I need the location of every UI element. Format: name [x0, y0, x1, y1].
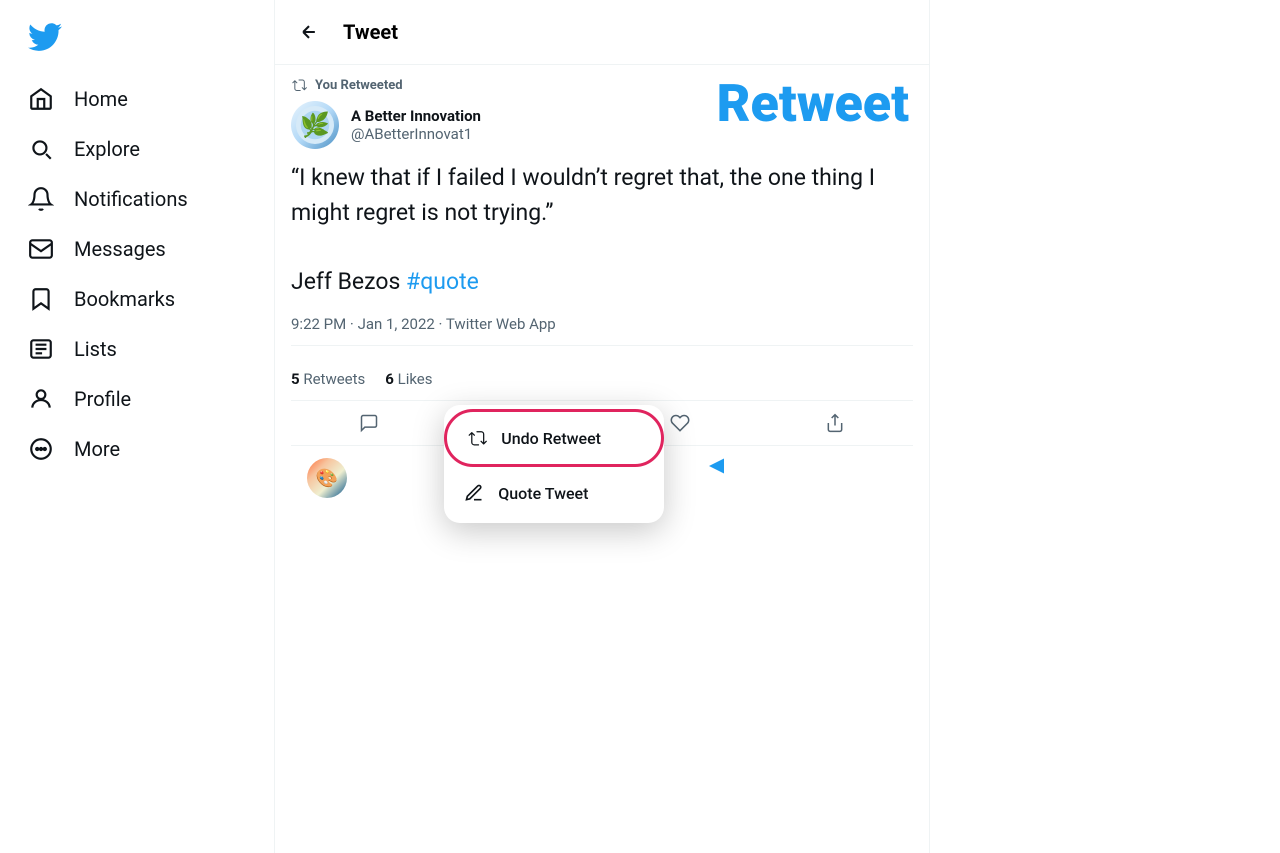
- back-button[interactable]: [291, 14, 327, 50]
- sidebar-item-home-label: Home: [74, 87, 128, 111]
- sidebar-item-lists[interactable]: Lists: [12, 324, 262, 374]
- more-icon: [28, 436, 54, 462]
- share-button[interactable]: [813, 405, 857, 441]
- reply-user-avatar: 🎨: [307, 458, 347, 498]
- sidebar-item-messages-label: Messages: [74, 237, 166, 261]
- sidebar-item-profile-label: Profile: [74, 387, 131, 411]
- retweets-count: 5: [291, 370, 300, 388]
- tweet-stats: 5 Retweets 6 Likes: [291, 358, 913, 401]
- action-bar: Undo Retweet Quote Tweet: [291, 401, 913, 446]
- quote-tweet-label: Quote Tweet: [498, 484, 588, 503]
- likes-label: Likes: [398, 370, 433, 388]
- sidebar-item-bookmarks[interactable]: Bookmarks: [12, 274, 262, 324]
- sidebar-item-lists-label: Lists: [74, 337, 117, 361]
- sidebar-item-explore-label: Explore: [74, 137, 140, 161]
- lists-icon: [28, 336, 54, 362]
- tweet-text: “I knew that if I failed I wouldn’t regr…: [291, 161, 913, 299]
- retweet-action-wrapper: Undo Retweet Quote Tweet: [502, 405, 546, 441]
- undo-retweet-item[interactable]: Undo Retweet: [444, 409, 664, 467]
- sidebar-item-messages[interactable]: Messages: [12, 224, 262, 274]
- page-title: Tweet: [343, 20, 398, 44]
- retweets-stat: 5 Retweets: [291, 370, 365, 388]
- author-info: A Better Innovation @ABetterInnovat1: [351, 107, 481, 143]
- sidebar-item-notifications-label: Notifications: [74, 187, 188, 211]
- bell-icon: [28, 186, 54, 212]
- author-handle: @ABetterInnovat1: [351, 125, 481, 143]
- author-name: A Better Innovation: [351, 107, 481, 125]
- likes-count: 6: [385, 370, 394, 388]
- twitter-logo[interactable]: [12, 8, 262, 70]
- person-icon: [28, 386, 54, 412]
- sidebar: Home Explore Notifications Messages: [0, 0, 275, 853]
- bookmark-icon: [28, 286, 54, 312]
- mail-icon: [28, 236, 54, 262]
- right-panel: [930, 0, 1280, 853]
- retweet-label: You Retweeted: [291, 77, 913, 93]
- retweets-label: Retweets: [303, 370, 365, 388]
- you-retweeted-text: You Retweeted: [315, 78, 403, 93]
- sidebar-item-more[interactable]: More: [12, 424, 262, 474]
- sidebar-item-more-label: More: [74, 437, 120, 461]
- sidebar-item-notifications[interactable]: Notifications: [12, 174, 262, 224]
- tweet-page-header: Tweet: [275, 0, 929, 65]
- likes-stat: 6 Likes: [385, 370, 432, 388]
- tweet-hashtag[interactable]: #quote: [406, 268, 479, 295]
- author-avatar[interactable]: 🌿: [291, 101, 339, 149]
- quote-tweet-item[interactable]: Quote Tweet: [444, 467, 664, 519]
- main-content: Tweet Retweet You Retweeted 🌿 A Better I…: [275, 0, 930, 853]
- svg-text:🌿: 🌿: [304, 115, 326, 136]
- tweet-body: Retweet You Retweeted 🌿 A Better Innovat…: [275, 65, 929, 522]
- home-icon: [28, 86, 54, 112]
- undo-retweet-label: Undo Retweet: [501, 429, 601, 448]
- sidebar-item-home[interactable]: Home: [12, 74, 262, 124]
- tweet-timestamp: 9:22 PM · Jan 1, 2022 · Twitter Web App: [291, 315, 913, 346]
- author-row: 🌿 A Better Innovation @ABetterInnovat1: [291, 101, 913, 149]
- retweet-dropdown: Undo Retweet Quote Tweet: [444, 405, 664, 523]
- reply-button[interactable]: [347, 405, 391, 441]
- sidebar-item-profile[interactable]: Profile: [12, 374, 262, 424]
- like-button[interactable]: [658, 405, 702, 441]
- sidebar-item-bookmarks-label: Bookmarks: [74, 287, 175, 311]
- explore-icon: [28, 136, 54, 162]
- sidebar-item-explore[interactable]: Explore: [12, 124, 262, 174]
